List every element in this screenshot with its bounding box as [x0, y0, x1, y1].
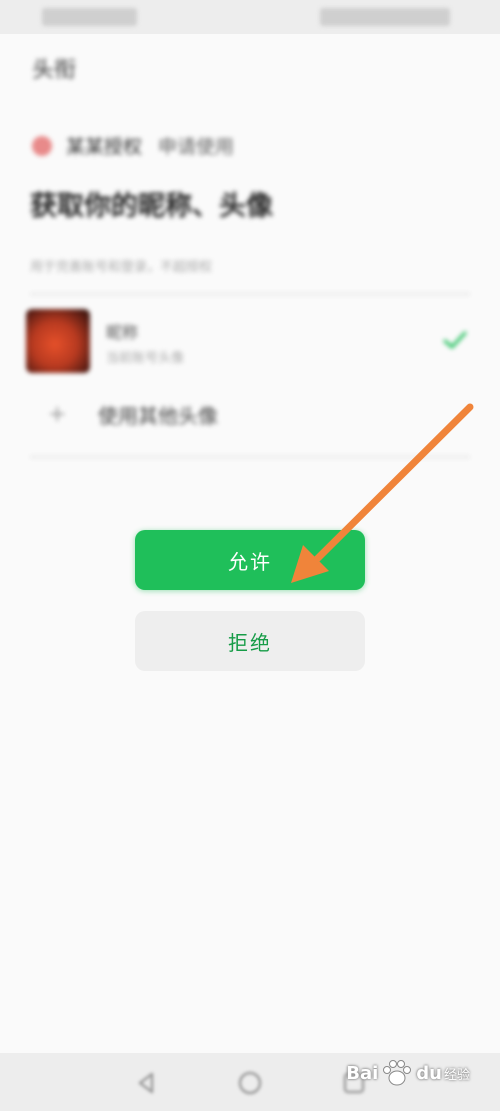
- divider: [30, 456, 470, 458]
- divider: [30, 293, 470, 295]
- request-title: 获取你的昵称、头像: [30, 191, 273, 222]
- check-icon: [443, 331, 467, 349]
- avatar: [26, 309, 90, 373]
- request-subtitle: 用于完善账号和登录，不超授权: [30, 260, 213, 275]
- status-bar: [0, 0, 500, 34]
- allow-button[interactable]: 允许: [135, 530, 365, 590]
- account-option[interactable]: 昵称 当前账号头像: [26, 307, 476, 375]
- deny-button[interactable]: 拒绝: [135, 611, 365, 671]
- signal-indicators: [42, 8, 137, 26]
- add-account-label: 使用其他头像: [98, 404, 218, 428]
- add-account-option[interactable]: + 使用其他头像: [48, 400, 218, 429]
- system-indicators: [320, 8, 450, 26]
- app-icon: [32, 135, 52, 156]
- home-icon[interactable]: [236, 1069, 264, 1097]
- account-name: 昵称: [106, 323, 139, 342]
- back-icon[interactable]: [132, 1069, 160, 1097]
- account-description: 当前账号头像: [106, 351, 185, 366]
- watermark-brand-right: du: [416, 1062, 442, 1084]
- watermark-brand-left: Bai: [346, 1062, 379, 1084]
- app-request-text: 申请使用: [158, 136, 235, 158]
- page-title: 头衔: [32, 58, 77, 83]
- baidu-jingyan-watermark: Bai du 经验: [346, 1058, 470, 1088]
- watermark-suffix: 经验: [443, 1067, 470, 1083]
- plus-icon: +: [48, 402, 67, 427]
- paw-logo-icon: [383, 1060, 412, 1086]
- app-name: 某某授权: [66, 136, 143, 158]
- app-request-line: 某某授权 申请使用: [32, 132, 234, 159]
